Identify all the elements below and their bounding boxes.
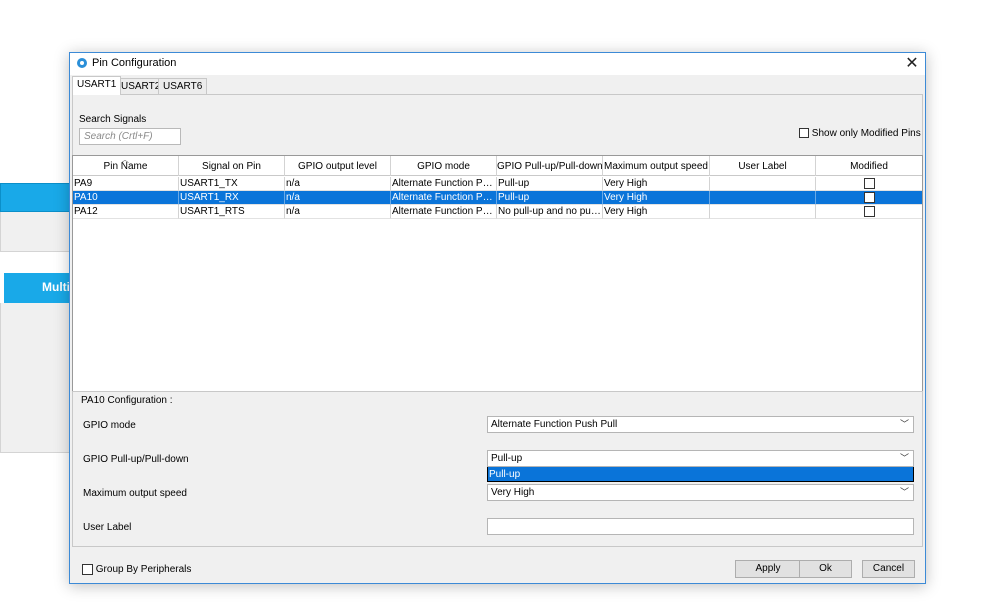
show-modified-checkbox[interactable]: Show only Modified Pins (799, 128, 921, 139)
table-header: ︿ Pin Name Signal on Pin GPIO output lev… (73, 156, 922, 176)
group-by-check-box[interactable] (82, 564, 93, 575)
cell-level: n/a (285, 177, 391, 191)
gpio-mode-label: GPIO mode (83, 420, 136, 431)
pull-dropdown-option[interactable]: Pull-up (487, 467, 914, 482)
chevron-down-icon[interactable]: ﹀ (898, 418, 911, 431)
cell-user-label[interactable] (710, 205, 816, 219)
cell-pull: No pull-up and no pull-... (497, 205, 603, 219)
chevron-down-icon[interactable]: ﹀ (898, 452, 911, 465)
speed-label: Maximum output speed (83, 488, 187, 499)
cell-level: n/a (285, 191, 391, 205)
column-header-pull[interactable]: GPIO Pull-up/Pull-down (497, 156, 603, 176)
tab-usart1[interactable]: USART1 (72, 76, 122, 95)
dialog-titlebar: Pin Configuration ✕ (70, 53, 925, 75)
tab-strip: USART1 USART2 USART6 (72, 76, 923, 95)
modified-checkbox[interactable] (864, 192, 875, 204)
cell-user-label[interactable] (710, 191, 816, 205)
cell-mode: Alternate Function Pus... (391, 177, 497, 191)
group-by-label: Group By Peripherals (95, 564, 192, 576)
modified-checkbox[interactable] (864, 178, 875, 190)
background-multi-label: Multi (42, 280, 70, 294)
pin-config-panel: PA10 Configuration : GPIO mode Alternate… (72, 391, 923, 547)
gear-icon (77, 58, 87, 68)
cell-mode: Alternate Function Pus... (391, 191, 497, 205)
table-row[interactable]: PA9 USART1_TX n/a Alternate Function Pus… (73, 177, 922, 191)
cell-pin: PA9 (73, 177, 179, 191)
modified-checkbox[interactable] (864, 206, 875, 218)
group-by-peripherals-checkbox[interactable]: Group By Peripherals (82, 564, 191, 575)
cell-level: n/a (285, 205, 391, 219)
cell-pull: Pull-up (497, 191, 603, 205)
column-header-signal[interactable]: Signal on Pin (179, 156, 285, 176)
ok-button[interactable]: Ok (799, 560, 852, 578)
pull-label: GPIO Pull-up/Pull-down (83, 454, 189, 465)
cell-speed: Very High (603, 205, 710, 219)
speed-value: Very High (491, 487, 535, 498)
speed-select[interactable]: Very High ﹀ (487, 484, 914, 501)
cell-pull: Pull-up (497, 177, 603, 191)
background-panel-header (0, 183, 72, 212)
tab-usart6[interactable]: USART6 (158, 78, 208, 94)
apply-button[interactable]: Apply (735, 560, 801, 578)
user-label-input[interactable] (487, 518, 914, 535)
cell-signal: USART1_RTS (179, 205, 285, 219)
cell-speed: Very High (603, 191, 710, 205)
cancel-button[interactable]: Cancel (862, 560, 915, 578)
config-title: PA10 Configuration : (81, 395, 173, 406)
pins-table: ︿ Pin Name Signal on Pin GPIO output lev… (72, 155, 923, 393)
user-label-label: User Label (83, 522, 132, 533)
cell-signal: USART1_TX (179, 177, 285, 191)
cell-signal: USART1_RX (179, 191, 285, 205)
cell-pin: PA12 (73, 205, 179, 219)
gpio-mode-value: Alternate Function Push Pull (491, 419, 618, 430)
table-row[interactable]: PA12 USART1_RTS n/a Alternate Function P… (73, 205, 922, 219)
column-header-gpio-mode[interactable]: GPIO mode (391, 156, 497, 176)
background-multi-header: Multi (4, 273, 72, 303)
pin-configuration-dialog: Pin Configuration ✕ USART1 USART2 USART6… (69, 52, 926, 584)
column-header-pin-name[interactable]: ︿ Pin Name (73, 156, 179, 176)
cell-user-label[interactable] (710, 177, 816, 191)
cell-modified (816, 177, 922, 191)
show-modified-label: Show only Modified Pins (811, 128, 921, 139)
column-header-modified[interactable]: Modified (816, 156, 922, 176)
dialog-title: Pin Configuration (92, 57, 177, 69)
cell-mode: Alternate Function Pus... (391, 205, 497, 219)
cell-speed: Very High (603, 177, 710, 191)
cell-modified (816, 191, 922, 205)
background-panel-body (0, 303, 72, 453)
chevron-down-icon[interactable]: ﹀ (898, 486, 911, 499)
pull-value: Pull-up (491, 453, 523, 464)
table-row-selected[interactable]: PA10 USART1_RX n/a Alternate Function Pu… (73, 191, 922, 205)
search-input[interactable] (79, 128, 181, 145)
column-header-user-label[interactable]: User Label (710, 156, 816, 176)
gpio-mode-select[interactable]: Alternate Function Push Pull ﹀ (487, 416, 914, 433)
sort-up-icon: ︿ (121, 156, 129, 164)
column-header-output-level[interactable]: GPIO output level (285, 156, 391, 176)
pull-select[interactable]: Pull-up ﹀ (487, 450, 914, 467)
show-modified-check-box[interactable] (799, 128, 809, 139)
search-label: Search Signals (79, 114, 147, 125)
column-header-max-speed[interactable]: Maximum output speed (603, 156, 710, 176)
close-icon[interactable]: ✕ (901, 54, 923, 74)
cell-modified (816, 205, 922, 219)
background-panel (0, 212, 72, 252)
cell-pin: PA10 (73, 191, 179, 205)
